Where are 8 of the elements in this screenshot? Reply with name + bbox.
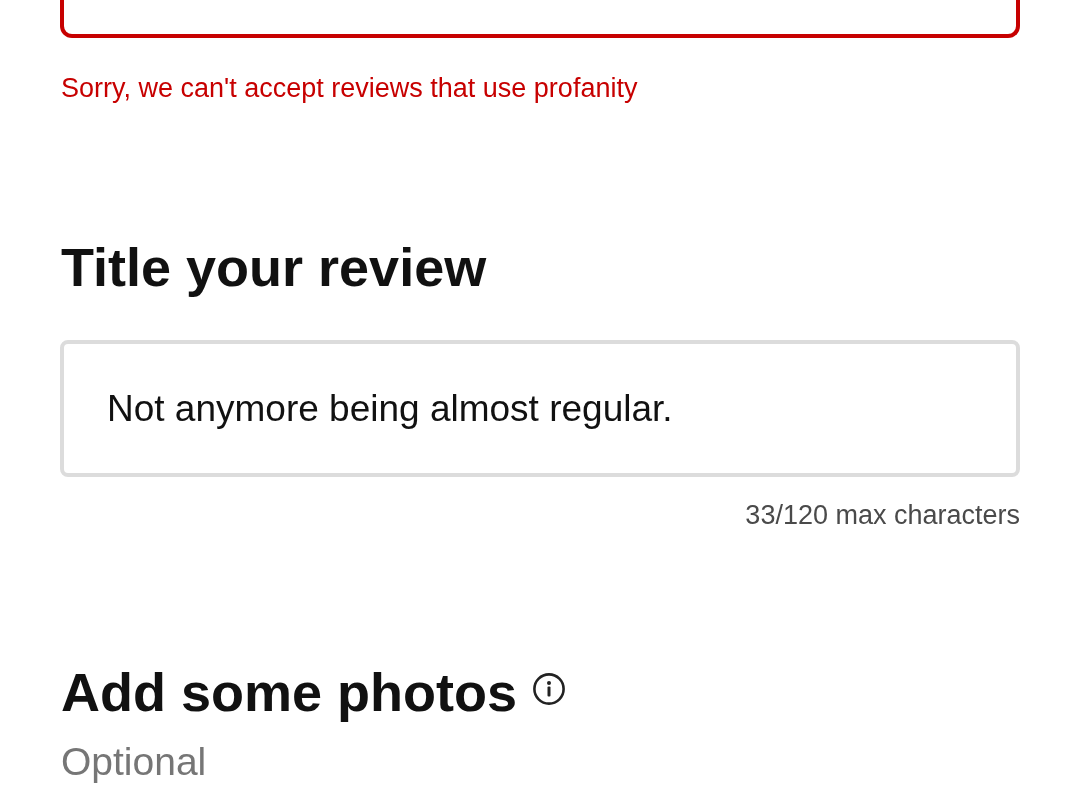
review-field[interactable] [60,0,1020,38]
error-message: Sorry, we can't accept reviews that use profanity [61,72,638,105]
character-counter: 33/120 max characters [745,499,1020,532]
section-heading: Title your review [61,236,487,299]
optional-label: Optional [61,739,207,785]
title-input[interactable]: Not anymore being almost regular. [60,340,1020,477]
section-heading: Add some photos [61,661,517,724]
info-icon[interactable] [533,673,565,705]
